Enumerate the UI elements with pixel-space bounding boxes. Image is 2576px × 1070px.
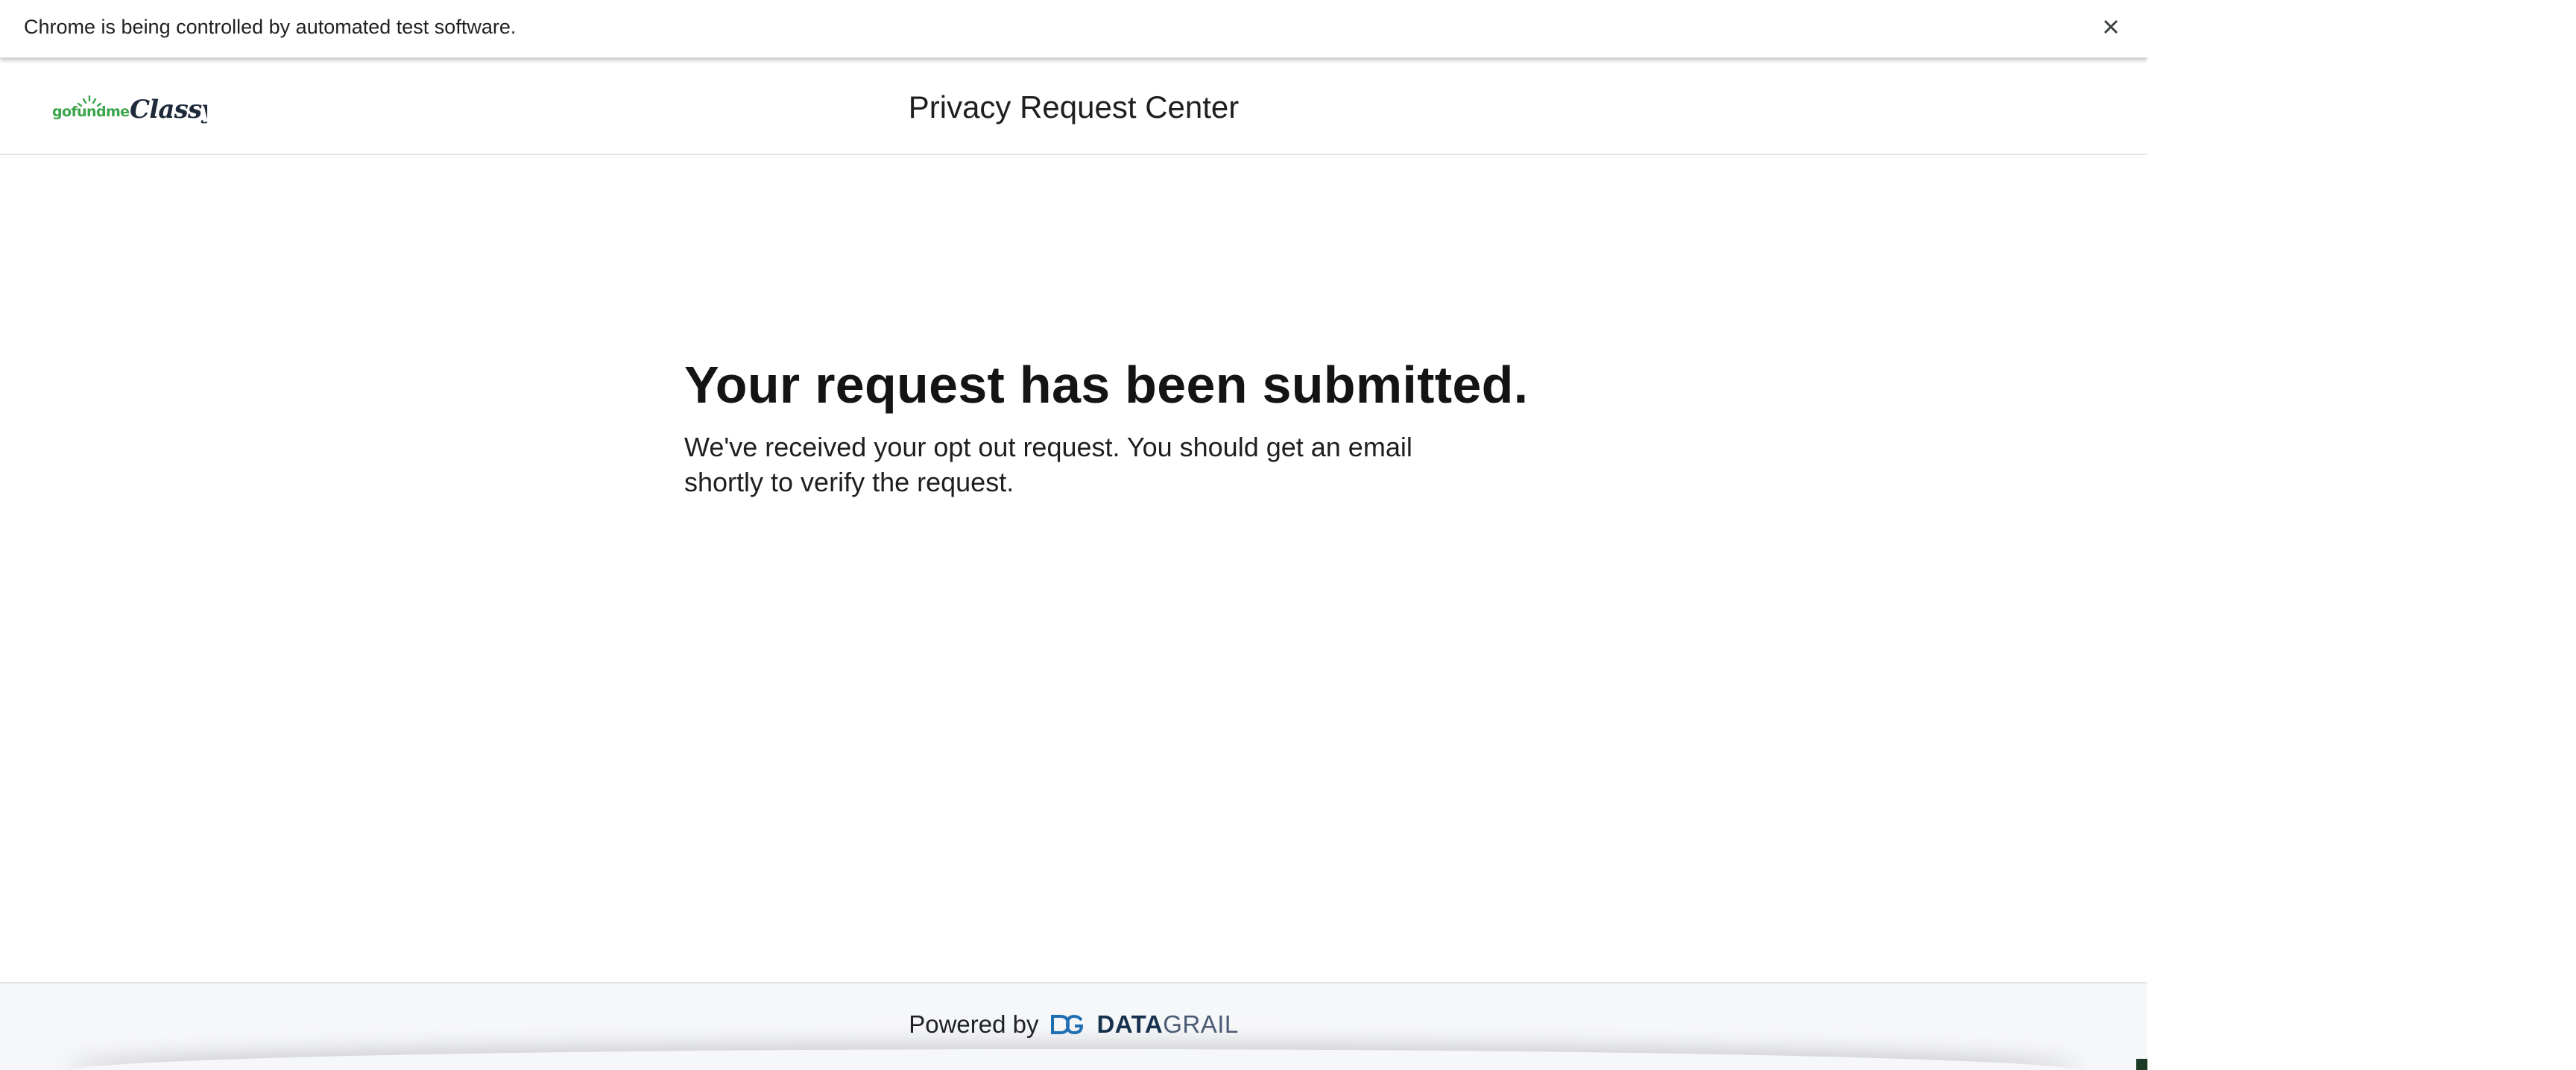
close-icon[interactable] bbox=[2096, 12, 2126, 42]
infobar-message: Chrome is being controlled by automated … bbox=[24, 16, 517, 38]
datagrail-logo-icon[interactable] bbox=[1050, 1013, 1085, 1036]
datagrail-wordmark[interactable]: DATAGRAIL bbox=[1096, 1009, 1238, 1040]
page-footer: Powered by DATAGRAIL bbox=[0, 982, 2147, 1070]
site-header: gofundme Classy Privacy Request Center bbox=[0, 58, 2147, 155]
automation-infobar: Chrome is being controlled by automated … bbox=[0, 0, 2147, 58]
blank-area bbox=[2147, 0, 2576, 1070]
footer-shadow bbox=[67, 1049, 2080, 1070]
browser-viewport: Chrome is being controlled by automated … bbox=[0, 0, 2147, 1070]
confirmation-message: We've received your opt out request. You… bbox=[684, 432, 1412, 497]
page-title: Privacy Request Center bbox=[908, 89, 1240, 125]
datagrail-word-data: DATA bbox=[1096, 1010, 1164, 1038]
confirmation-panel: Your request has been submitted. We've r… bbox=[684, 350, 1529, 500]
datagrail-word-grail: GRAIL bbox=[1163, 1010, 1239, 1038]
confirmation-headline: Your request has been submitted. bbox=[684, 356, 1529, 414]
window-corner bbox=[2136, 1059, 2147, 1070]
powered-by-label: Powered by bbox=[909, 1010, 1039, 1038]
powered-by: Powered by DATAGRAIL bbox=[0, 1009, 2147, 1040]
